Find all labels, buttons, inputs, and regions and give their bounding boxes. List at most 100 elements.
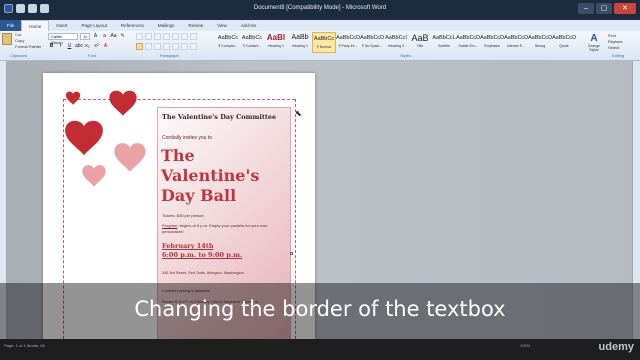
style-sample: AaBbCcDc	[504, 35, 528, 41]
style-item[interactable]: AaBbCcDc ¶ No Spaci...	[360, 32, 384, 53]
style-item[interactable]: AaBbCcL Subtitle	[432, 32, 456, 53]
style-item[interactable]: AaBbCcDc Subtle Em...	[456, 32, 480, 53]
event-date[interactable]: February 14th 6:00 p.m. to 9:00 p.m.	[162, 242, 242, 260]
event-address[interactable]: 345 3rd Street, Red Suite, Arlington, Wa…	[162, 270, 244, 276]
mouse-cursor-icon: ⬉	[295, 109, 302, 118]
style-item[interactable]: AaBl Heading 1	[264, 32, 288, 53]
shrink-font-icon[interactable]: a	[101, 33, 108, 40]
change-styles-label: Change Styles	[587, 44, 601, 52]
subscript-button[interactable]: x₂	[84, 43, 91, 50]
font-group-label: Font	[88, 53, 97, 58]
tab-review[interactable]: Review	[181, 20, 210, 31]
zoom-level[interactable]: 100%	[520, 343, 530, 348]
select-button[interactable]: Select	[608, 45, 623, 51]
tab-file[interactable]: File	[0, 20, 22, 31]
style-item[interactable]: AaBb Heading 1	[288, 32, 312, 53]
invite-line[interactable]: Cordially invites you to	[162, 135, 212, 141]
committee-heading[interactable]: The Valentine's Day Committee	[162, 113, 287, 122]
sort-icon[interactable]	[181, 33, 188, 40]
font-color-icon[interactable]: A	[102, 43, 109, 50]
style-item[interactable]: AaBbCc ¶ Compan...	[216, 32, 240, 53]
underline-button[interactable]: U	[66, 43, 73, 50]
style-item[interactable]: AaBbCc ¶ Contact...	[240, 32, 264, 53]
grow-font-icon[interactable]: A	[92, 33, 99, 40]
tab-insert[interactable]: Insert	[49, 20, 74, 31]
style-item[interactable]: AaBbCcDc Quote	[552, 32, 576, 53]
style-name: Title	[416, 44, 424, 48]
tickets-line[interactable]: Tickets: $35 per person	[162, 213, 204, 218]
font-size-select[interactable]: 11	[80, 33, 90, 40]
justify-icon[interactable]	[163, 43, 170, 50]
tab-home[interactable]: Home	[21, 20, 50, 31]
style-item[interactable]: AaBbCcDc Intense E...	[504, 32, 528, 53]
style-name: Heading 3	[388, 44, 404, 48]
numbering-icon[interactable]	[145, 33, 152, 40]
change-styles-button[interactable]: A Change Styles	[586, 33, 602, 52]
style-item[interactable]: AaBbCcDc Emphasis	[480, 32, 504, 53]
clear-format-icon[interactable]: ✎	[119, 33, 126, 40]
increase-indent-icon[interactable]	[172, 33, 179, 40]
style-sample: AaBbCcDc	[528, 35, 552, 41]
show-marks-icon[interactable]	[190, 33, 197, 40]
style-item-normal[interactable]: AaBbCc ¶ Normal	[312, 32, 336, 53]
align-right-icon[interactable]	[154, 43, 161, 50]
style-item[interactable]: AaBbCcDc ¶ Party Inf...	[336, 32, 360, 53]
multilevel-list-icon[interactable]	[154, 33, 161, 40]
ribbon: Cut Copy Format Painter Clipboard Calibr…	[0, 31, 640, 61]
style-name: ¶ Normal	[316, 45, 332, 49]
style-sample: AaBbCcI	[385, 35, 407, 41]
clipboard-group: Cut Copy Format Painter	[2, 32, 42, 53]
style-sample: AaBbCcDc	[456, 35, 480, 41]
font-name-select[interactable]: Calibri (Body)	[48, 33, 78, 45]
maximize-button[interactable]: ▢	[596, 3, 612, 14]
ribbon-tabs: File Home Insert Page Layout References …	[0, 20, 640, 31]
borders-icon[interactable]	[190, 43, 197, 50]
change-case-icon[interactable]: Aa	[110, 33, 117, 40]
tab-mailings[interactable]: Mailings	[151, 20, 182, 31]
style-item[interactable]: AaBbCcI Heading 3	[384, 32, 408, 53]
hearts-clipart[interactable]	[43, 73, 163, 203]
style-sample: AaBl	[266, 33, 286, 42]
style-name: Intense E...	[507, 44, 525, 48]
strikethrough-button[interactable]: abc	[75, 43, 83, 50]
style-item[interactable]: AaBbCcDc Strong	[528, 32, 552, 53]
shading-icon[interactable]	[181, 43, 188, 50]
minimize-button[interactable]: –	[578, 3, 594, 14]
tab-references[interactable]: References	[114, 20, 151, 31]
paste-button[interactable]	[2, 33, 12, 45]
style-sample: AaB	[411, 33, 429, 43]
style-name: Subtle Em...	[458, 44, 478, 48]
line-spacing-icon[interactable]	[172, 43, 179, 50]
status-page-info[interactable]: Page: 1 of 1 Words: 66	[4, 343, 45, 348]
window-title: Document8 [Compatibility Mode] - Microso…	[253, 5, 387, 11]
close-button[interactable]: ✕	[614, 3, 636, 14]
bullets-icon[interactable]	[136, 33, 143, 40]
style-item[interactable]: AaB Title	[408, 32, 432, 53]
style-name: Strong	[534, 44, 546, 48]
tab-view[interactable]: View	[210, 20, 234, 31]
editing-group-label: Editing	[612, 53, 625, 58]
bold-button[interactable]: B	[48, 43, 55, 50]
copy-button[interactable]: Copy	[15, 38, 24, 43]
title-bar: Document8 [Compatibility Mode] - Microso…	[0, 0, 640, 20]
decrease-indent-icon[interactable]	[163, 33, 170, 40]
style-name: Emphasis	[484, 44, 500, 48]
textbox-resize-handle[interactable]	[290, 252, 293, 255]
program-label: Program	[162, 223, 178, 228]
align-left-icon[interactable]	[136, 43, 143, 50]
format-painter-button[interactable]: Format Painter	[15, 44, 41, 49]
superscript-button[interactable]: x²	[93, 43, 100, 50]
italic-button[interactable]: I	[57, 43, 64, 50]
editing-group: Find Replace Select	[608, 33, 623, 51]
program-paragraph[interactable]: Program: begins at 8 p.m. Empty your poc…	[162, 223, 287, 235]
heart-shape	[65, 91, 81, 105]
udemy-watermark: udemy	[598, 341, 634, 353]
tab-page-layout[interactable]: Page Layout	[75, 20, 114, 31]
align-center-icon[interactable]	[145, 43, 152, 50]
styles-gallery: AaBbCc ¶ Compan... AaBbCc ¶ Contact... AaB…	[216, 32, 576, 53]
style-name: Heading 1	[268, 44, 284, 48]
cut-button[interactable]: Cut	[15, 32, 21, 37]
event-title[interactable]: The Valentine's Day Ball	[161, 146, 291, 206]
tab-add-ins[interactable]: Add-Ins	[234, 20, 264, 31]
style-name: Subtitle	[438, 44, 450, 48]
